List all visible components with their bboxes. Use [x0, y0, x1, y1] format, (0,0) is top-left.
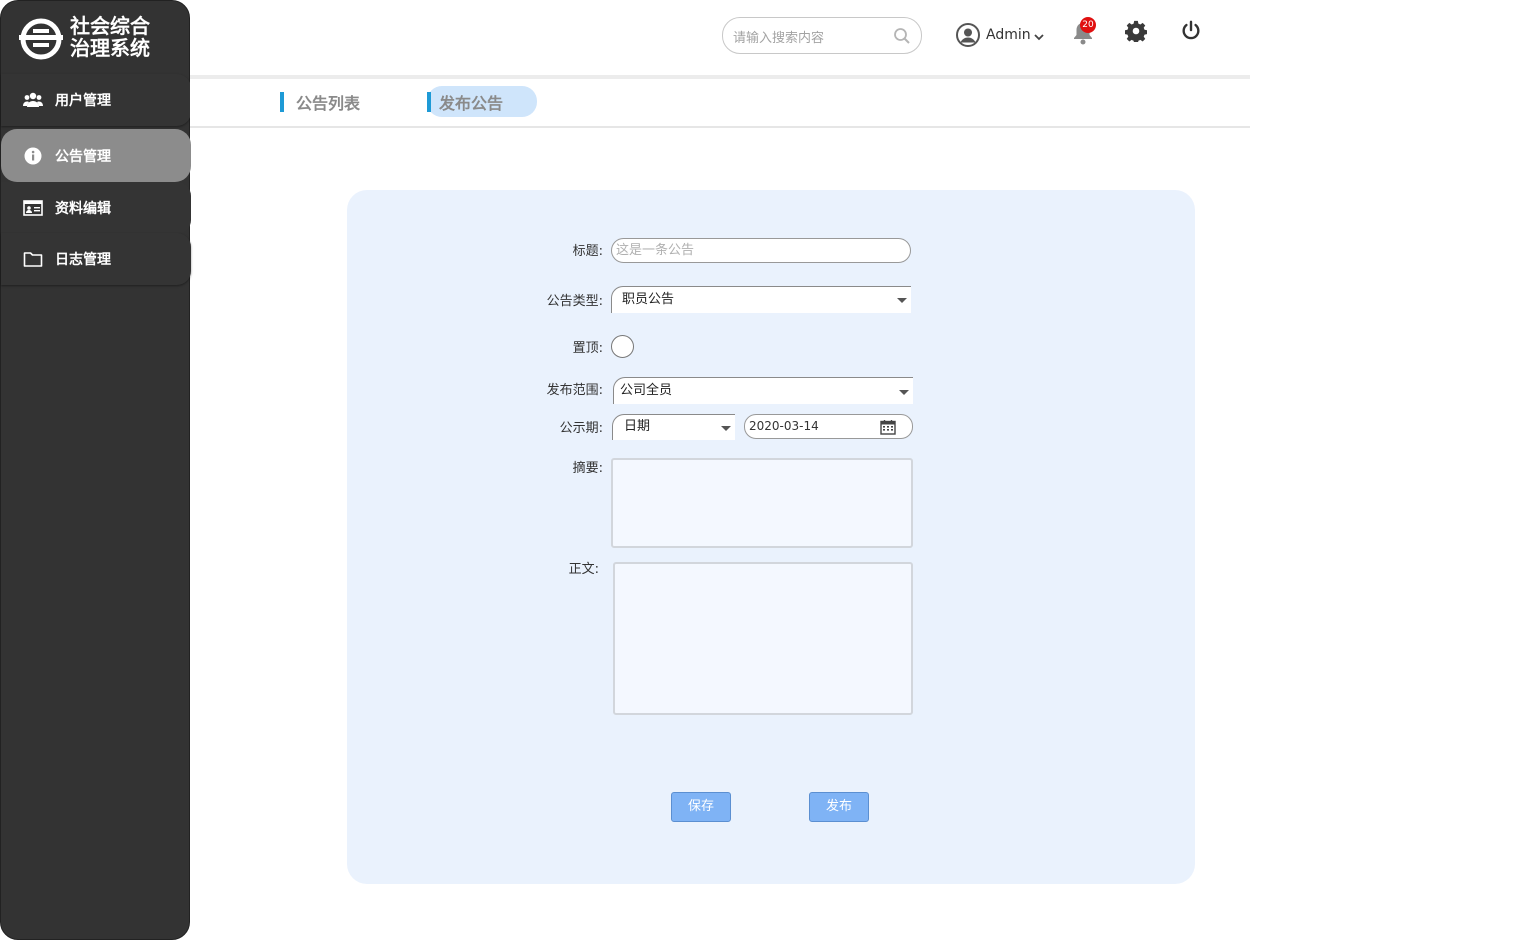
sidebar-item-users[interactable]: 用户管理 — [1, 74, 191, 126]
search-icon[interactable] — [893, 27, 911, 45]
period-label: 公示期: — [559, 421, 603, 436]
folder-icon — [23, 249, 43, 269]
save-button[interactable]: 保存 — [671, 792, 731, 822]
id-card-icon — [23, 198, 43, 218]
app-title-line1: 社会综合 — [70, 14, 150, 38]
period-type-value: 日期 — [624, 419, 651, 434]
body-label: 正文: — [568, 562, 599, 577]
user-name: Admin — [986, 27, 1031, 43]
chevron-down-icon — [899, 390, 909, 395]
summary-textarea[interactable] — [611, 458, 913, 548]
pin-label: 置顶: — [572, 341, 603, 356]
publish-button[interactable]: 发布 — [809, 792, 869, 822]
sidebar-item-label: 用户管理 — [55, 93, 111, 109]
sidebar-item-label: 公告管理 — [55, 148, 111, 165]
search-input[interactable]: 请输入搜索内容 — [722, 17, 922, 54]
type-select-value: 职员公告 — [622, 292, 675, 307]
users-icon — [23, 90, 43, 110]
scope-select[interactable]: 公司全员 — [613, 377, 913, 404]
period-date-value: 2020-03-14 — [749, 419, 819, 433]
tab-label: 发布公告 — [439, 93, 504, 113]
type-select[interactable]: 职员公告 — [611, 286, 911, 313]
period-type-select[interactable]: 日期 — [612, 414, 735, 440]
tab-marker — [280, 92, 284, 112]
type-label: 公告类型: — [546, 294, 603, 309]
tab-label: 公告列表 — [296, 94, 361, 113]
period-date-input[interactable]: 2020-03-14 — [744, 414, 913, 439]
tab-publish-announcement[interactable]: 发布公告 — [427, 86, 538, 117]
announcement-form: 标题: 这是一条公告 公告类型: 职员公告 置顶: 发布范围: 公司全员 公示期… — [347, 190, 1195, 884]
notification-badge: 20 — [1080, 17, 1096, 33]
search-placeholder: 请输入搜索内容 — [733, 31, 825, 46]
chevron-down-icon — [721, 426, 731, 431]
avatar-icon — [956, 23, 980, 47]
scope-label: 发布范围: — [546, 383, 603, 398]
sidebar-item-profile-edit[interactable]: 资料编辑 — [1, 182, 191, 234]
sidebar-item-announcements[interactable]: 公告管理 — [1, 129, 191, 182]
app-title: 社会综合 治理系统 — [70, 15, 150, 59]
info-icon — [23, 146, 43, 166]
power-icon[interactable] — [1180, 20, 1202, 42]
gear-icon[interactable] — [1125, 20, 1147, 42]
sidebar-item-logs[interactable]: 日志管理 — [1, 233, 191, 285]
title-label: 标题: — [572, 244, 603, 259]
sidebar-item-label: 日志管理 — [55, 252, 111, 268]
app-logo[interactable]: 社会综合 治理系统 — [15, 15, 185, 65]
logo-icon — [19, 18, 63, 60]
chevron-down-icon — [897, 298, 907, 303]
user-menu[interactable]: Admin — [956, 22, 1044, 48]
tab-marker — [427, 91, 431, 112]
app-title-line2: 治理系统 — [70, 36, 150, 60]
top-bar: 请输入搜索内容 Admin 20 — [190, 0, 1250, 76]
tab-bar: 公告列表 发布公告 — [190, 79, 1250, 128]
body-textarea[interactable] — [613, 562, 913, 715]
scope-select-value: 公司全员 — [620, 383, 673, 398]
summary-label: 摘要: — [572, 461, 603, 476]
calendar-icon[interactable] — [880, 419, 896, 435]
sidebar: 社会综合 治理系统 用户管理 公告管理 资料编辑 日志管理 — [0, 0, 191, 940]
sidebar-item-label: 资料编辑 — [55, 201, 111, 217]
chevron-down-icon — [1033, 34, 1044, 41]
tab-announcement-list[interactable]: 公告列表 — [280, 87, 360, 117]
pin-radio[interactable] — [611, 335, 634, 358]
title-input[interactable]: 这是一条公告 — [611, 238, 911, 263]
